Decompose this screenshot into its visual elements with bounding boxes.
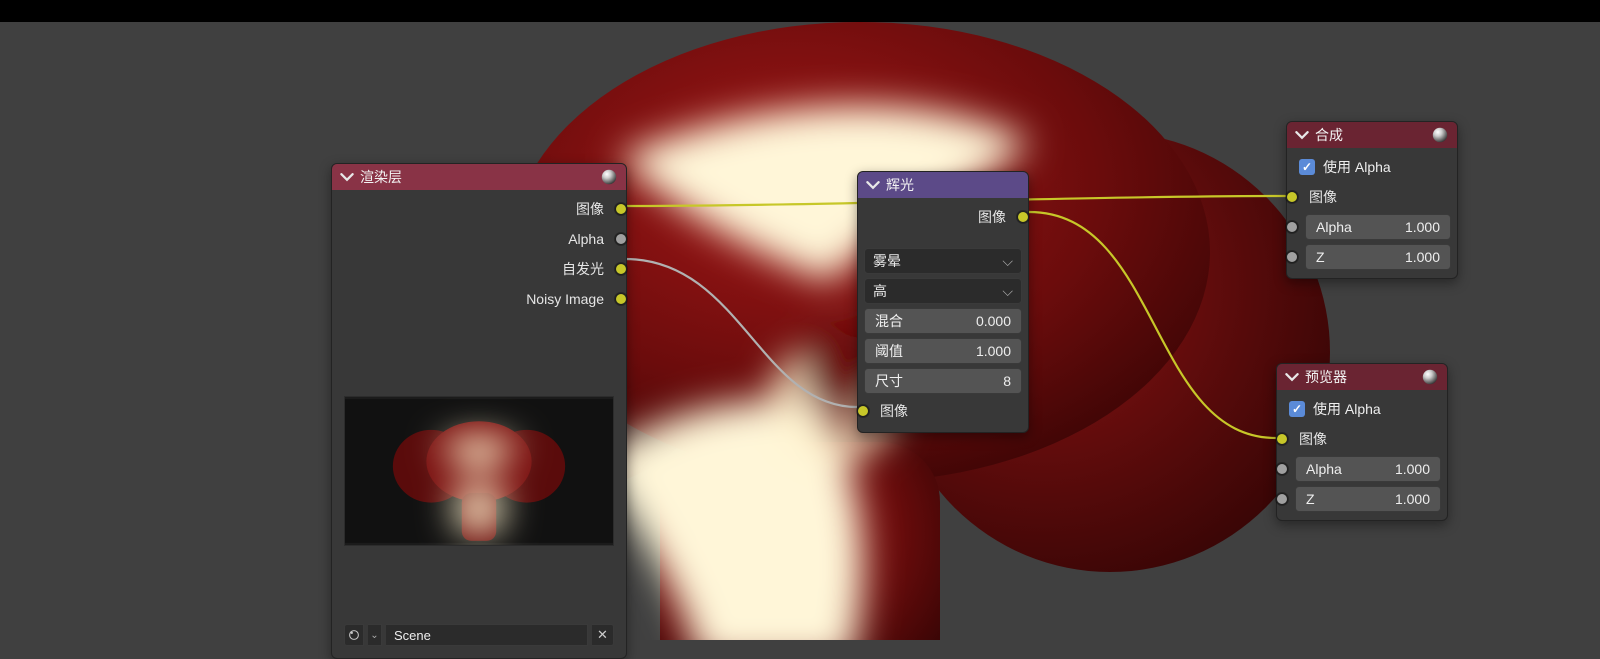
use-alpha-checkbox[interactable]: ✓ 使用 Alpha bbox=[1283, 396, 1441, 422]
scene-icon bbox=[8, 27, 22, 41]
close-icon[interactable]: ✕ bbox=[592, 624, 614, 646]
chevron-down-icon[interactable] bbox=[1295, 128, 1309, 142]
check-icon: ✓ bbox=[1289, 401, 1305, 417]
node-title: 预览器 bbox=[1305, 367, 1347, 387]
socket-output-emit[interactable] bbox=[615, 263, 627, 275]
chevron-right-icon: › bbox=[76, 27, 80, 41]
z-field[interactable]: Z 1.000 bbox=[1305, 244, 1451, 270]
input-image: 图像 bbox=[1293, 184, 1451, 210]
backdrop-preview bbox=[0, 22, 1600, 640]
output-image: 图像 bbox=[864, 204, 1022, 230]
preview-sphere-icon[interactable] bbox=[1421, 368, 1439, 386]
check-icon: ✓ bbox=[1299, 159, 1315, 175]
input-image: 图像 bbox=[864, 398, 1022, 424]
input-image: 图像 bbox=[1283, 426, 1441, 452]
breadcrumb-nodetree[interactable]: Compositing Nodetree bbox=[114, 27, 233, 41]
socket-input-image[interactable] bbox=[1276, 433, 1288, 445]
node-title: 合成 bbox=[1315, 125, 1343, 145]
node-title: 辉光 bbox=[886, 175, 914, 195]
glare-mix-field[interactable]: 混合 0.000 bbox=[864, 308, 1022, 334]
node-header[interactable]: 预览器 bbox=[1277, 364, 1447, 390]
chevron-down-icon[interactable] bbox=[1285, 370, 1299, 384]
node-header[interactable]: 合成 bbox=[1287, 122, 1457, 148]
input-alpha-row: Alpha 1.000 bbox=[1293, 214, 1451, 240]
socket-output-image[interactable] bbox=[1017, 211, 1029, 223]
socket-input-image[interactable] bbox=[1286, 191, 1298, 203]
scene-dropdown-icon[interactable]: ⌄ bbox=[368, 624, 382, 646]
node-render-layers[interactable]: 渲染层 图像 Alpha 自发光 Noisy Image bbox=[331, 163, 627, 659]
use-alpha-checkbox[interactable]: ✓ 使用 Alpha bbox=[1293, 154, 1451, 180]
output-emit: 自发光 bbox=[338, 256, 620, 282]
scene-selector[interactable]: ⌄ Scene ✕ bbox=[344, 624, 614, 646]
output-image: 图像 bbox=[338, 196, 620, 222]
chevron-down-icon[interactable] bbox=[340, 170, 354, 184]
node-glare[interactable]: 辉光 图像 雾晕 ⌵ 高 ⌵ 混合 0.000 阈值 1.000 尺寸 8 bbox=[857, 171, 1029, 433]
input-z-row: Z 1.000 bbox=[1283, 486, 1441, 512]
socket-output-image[interactable] bbox=[615, 203, 627, 215]
output-noisy-image: Noisy Image bbox=[338, 286, 620, 312]
socket-input-alpha[interactable] bbox=[1286, 221, 1298, 233]
socket-output-noisy[interactable] bbox=[615, 293, 627, 305]
node-composite[interactable]: 合成 ✓ 使用 Alpha 图像 Alpha 1.000 Z 1.000 bbox=[1286, 121, 1458, 279]
node-header[interactable]: 渲染层 bbox=[332, 164, 626, 190]
socket-input-image[interactable] bbox=[857, 405, 869, 417]
chevron-down-icon[interactable] bbox=[866, 178, 880, 192]
chevron-down-icon: ⌵ bbox=[1002, 253, 1013, 270]
socket-input-alpha[interactable] bbox=[1276, 463, 1288, 475]
glare-size-field[interactable]: 尺寸 8 bbox=[864, 368, 1022, 394]
scene-name-field[interactable]: Scene bbox=[386, 624, 588, 646]
chevron-down-icon: ⌵ bbox=[1002, 283, 1013, 300]
socket-input-z[interactable] bbox=[1276, 493, 1288, 505]
render-layer-preview bbox=[344, 396, 614, 546]
input-alpha-row: Alpha 1.000 bbox=[1283, 456, 1441, 482]
preview-sphere-icon[interactable] bbox=[600, 168, 618, 186]
scene-icon[interactable] bbox=[344, 624, 364, 646]
breadcrumb-scene[interactable]: Scene bbox=[30, 27, 64, 41]
socket-output-alpha[interactable] bbox=[615, 233, 627, 245]
alpha-field[interactable]: Alpha 1.000 bbox=[1295, 456, 1441, 482]
glare-quality-dropdown[interactable]: 高 ⌵ bbox=[864, 278, 1022, 304]
input-z-row: Z 1.000 bbox=[1293, 244, 1451, 270]
socket-input-z[interactable] bbox=[1286, 251, 1298, 263]
nodetree-icon bbox=[92, 27, 106, 41]
output-alpha: Alpha bbox=[338, 226, 620, 252]
breadcrumb: Scene › Compositing Nodetree bbox=[0, 22, 1600, 46]
preview-sphere-icon[interactable] bbox=[1431, 126, 1449, 144]
alpha-field[interactable]: Alpha 1.000 bbox=[1305, 214, 1451, 240]
node-viewer[interactable]: 预览器 ✓ 使用 Alpha 图像 Alpha 1.000 Z 1.000 bbox=[1276, 363, 1448, 521]
glare-threshold-field[interactable]: 阈值 1.000 bbox=[864, 338, 1022, 364]
node-title: 渲染层 bbox=[360, 167, 402, 187]
z-field[interactable]: Z 1.000 bbox=[1295, 486, 1441, 512]
node-header[interactable]: 辉光 bbox=[858, 172, 1028, 198]
glare-type-dropdown[interactable]: 雾晕 ⌵ bbox=[864, 248, 1022, 274]
